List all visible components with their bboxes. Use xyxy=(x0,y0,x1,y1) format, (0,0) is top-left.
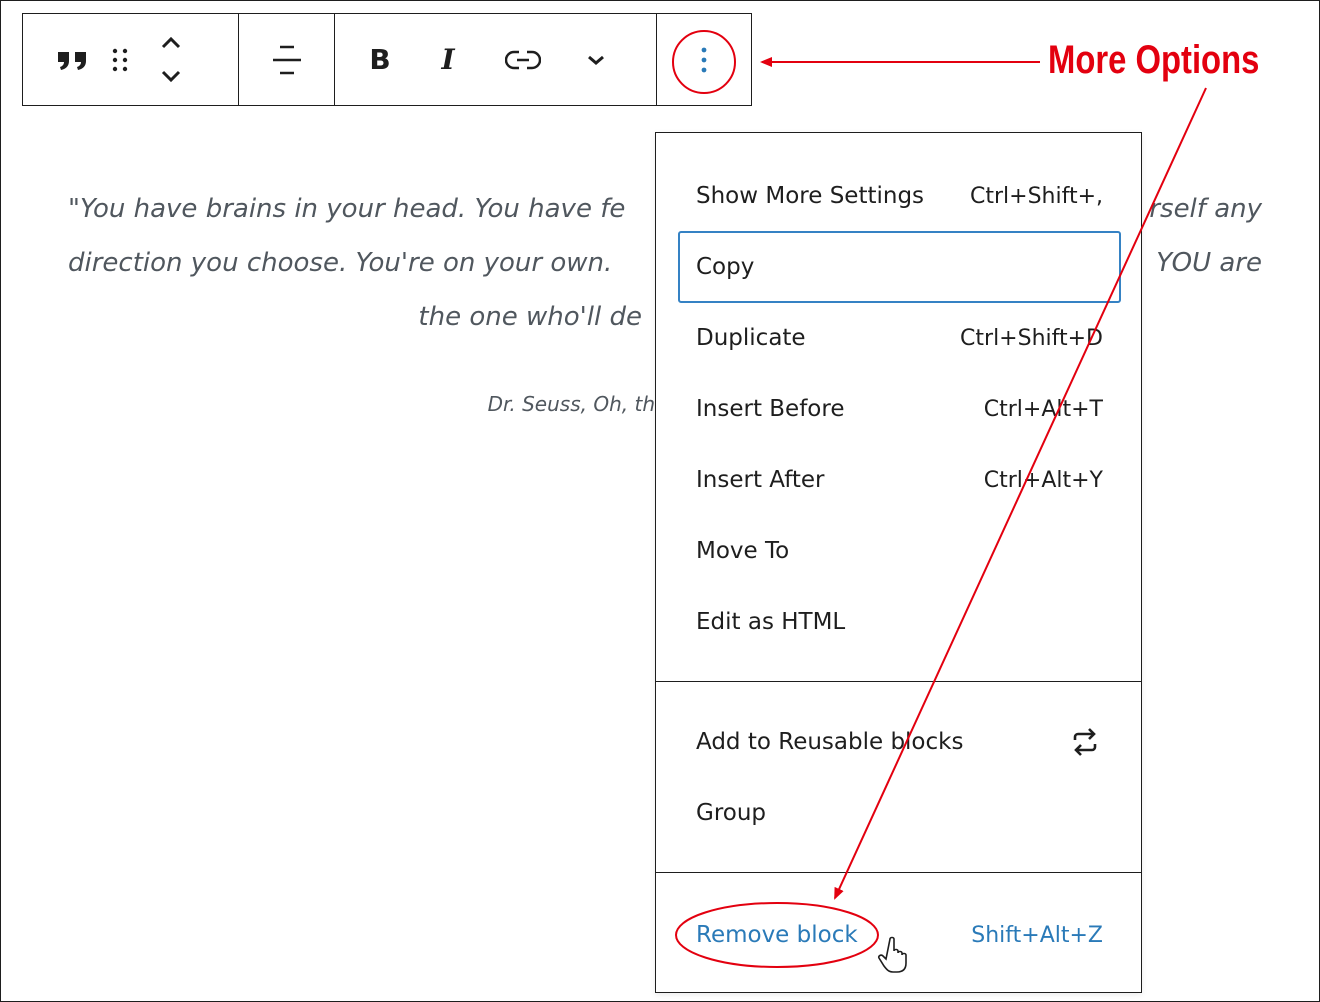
menu-item-shortcut: Ctrl+Alt+Y xyxy=(983,467,1103,493)
quote-block-icon xyxy=(58,51,86,70)
menu-item-move-to[interactable]: Move To xyxy=(678,515,1121,587)
menu-item-duplicate[interactable]: Duplicate Ctrl+Shift+D xyxy=(678,302,1121,374)
menu-item-label: Add to Reusable blocks xyxy=(696,729,964,755)
menu-item-label: Remove block xyxy=(696,922,858,948)
menu-item-shortcut: Ctrl+Shift+, xyxy=(969,183,1103,209)
quote-block-button[interactable] xyxy=(41,14,105,105)
menu-item-add-to-reusable-blocks[interactable]: Add to Reusable blocks xyxy=(678,706,1121,778)
chevron-down-icon xyxy=(588,55,604,65)
menu-item-group[interactable]: Group xyxy=(678,777,1121,849)
menu-item-shortcut: Ctrl+Shift+D xyxy=(960,325,1103,351)
menu-item-shortcut: Ctrl+Alt+T xyxy=(983,396,1103,422)
citation-text: Dr. Seuss, Oh, th xyxy=(487,392,655,416)
bold-button[interactable]: B xyxy=(349,14,411,105)
block-toolbar: B I xyxy=(22,13,752,106)
menu-item-insert-after[interactable]: Insert After Ctrl+Alt+Y xyxy=(678,444,1121,516)
annotation-label: More Options xyxy=(1048,38,1260,82)
quote-line-1-left: "You have brains in your head. You have … xyxy=(68,194,626,224)
align-center-icon xyxy=(272,45,301,74)
reusable-block-icon xyxy=(1073,728,1097,756)
toolbar-group-format: B I xyxy=(335,14,657,105)
toolbar-group-align xyxy=(239,14,335,105)
menu-item-show-more-settings[interactable]: Show More Settings Ctrl+Shift+, xyxy=(678,160,1121,232)
link-button[interactable] xyxy=(485,14,561,105)
toolbar-group-options xyxy=(657,14,751,105)
menu-item-remove-block[interactable]: Remove block Shift+Alt+Z xyxy=(678,899,1121,971)
quote-line-2-left: direction you choose. You're on your own… xyxy=(68,248,613,278)
bold-label: B xyxy=(369,43,391,76)
toolbar-group-block xyxy=(23,14,239,105)
menu-divider xyxy=(656,681,1141,682)
menu-item-label: Show More Settings xyxy=(696,183,925,209)
drag-handle-icon xyxy=(112,48,128,71)
menu-item-label: Move To xyxy=(696,538,790,564)
menu-item-label: Copy xyxy=(696,254,755,280)
menu-divider xyxy=(656,872,1141,873)
align-button[interactable] xyxy=(257,14,317,105)
menu-item-label: Insert After xyxy=(696,467,825,493)
more-options-button[interactable] xyxy=(664,14,744,105)
quote-line-2-right: YOU are xyxy=(1156,248,1262,278)
more-options-icon xyxy=(701,47,707,72)
move-up-down-icon xyxy=(161,36,181,82)
more-options-menu: Show More Settings Ctrl+Shift+, Copy Dup… xyxy=(655,132,1142,993)
menu-item-edit-as-html[interactable]: Edit as HTML xyxy=(678,586,1121,658)
move-up-down-button[interactable] xyxy=(135,14,207,105)
menu-item-label: Edit as HTML xyxy=(696,609,846,635)
menu-item-copy[interactable]: Copy xyxy=(678,231,1121,303)
menu-item-insert-before[interactable]: Insert Before Ctrl+Alt+T xyxy=(678,373,1121,445)
menu-item-label: Group xyxy=(696,800,767,826)
link-icon xyxy=(505,50,541,69)
quote-line-3-left: the one who'll de xyxy=(418,302,642,332)
menu-item-label: Duplicate xyxy=(696,325,806,351)
quote-line-1-right: rself any xyxy=(1149,194,1262,224)
drag-handle-button[interactable] xyxy=(105,14,135,105)
more-formats-button[interactable] xyxy=(561,14,631,105)
italic-button[interactable]: I xyxy=(411,14,485,105)
italic-label: I xyxy=(441,43,455,76)
menu-item-shortcut: Shift+Alt+Z xyxy=(971,922,1103,948)
menu-item-label: Insert Before xyxy=(696,396,845,422)
